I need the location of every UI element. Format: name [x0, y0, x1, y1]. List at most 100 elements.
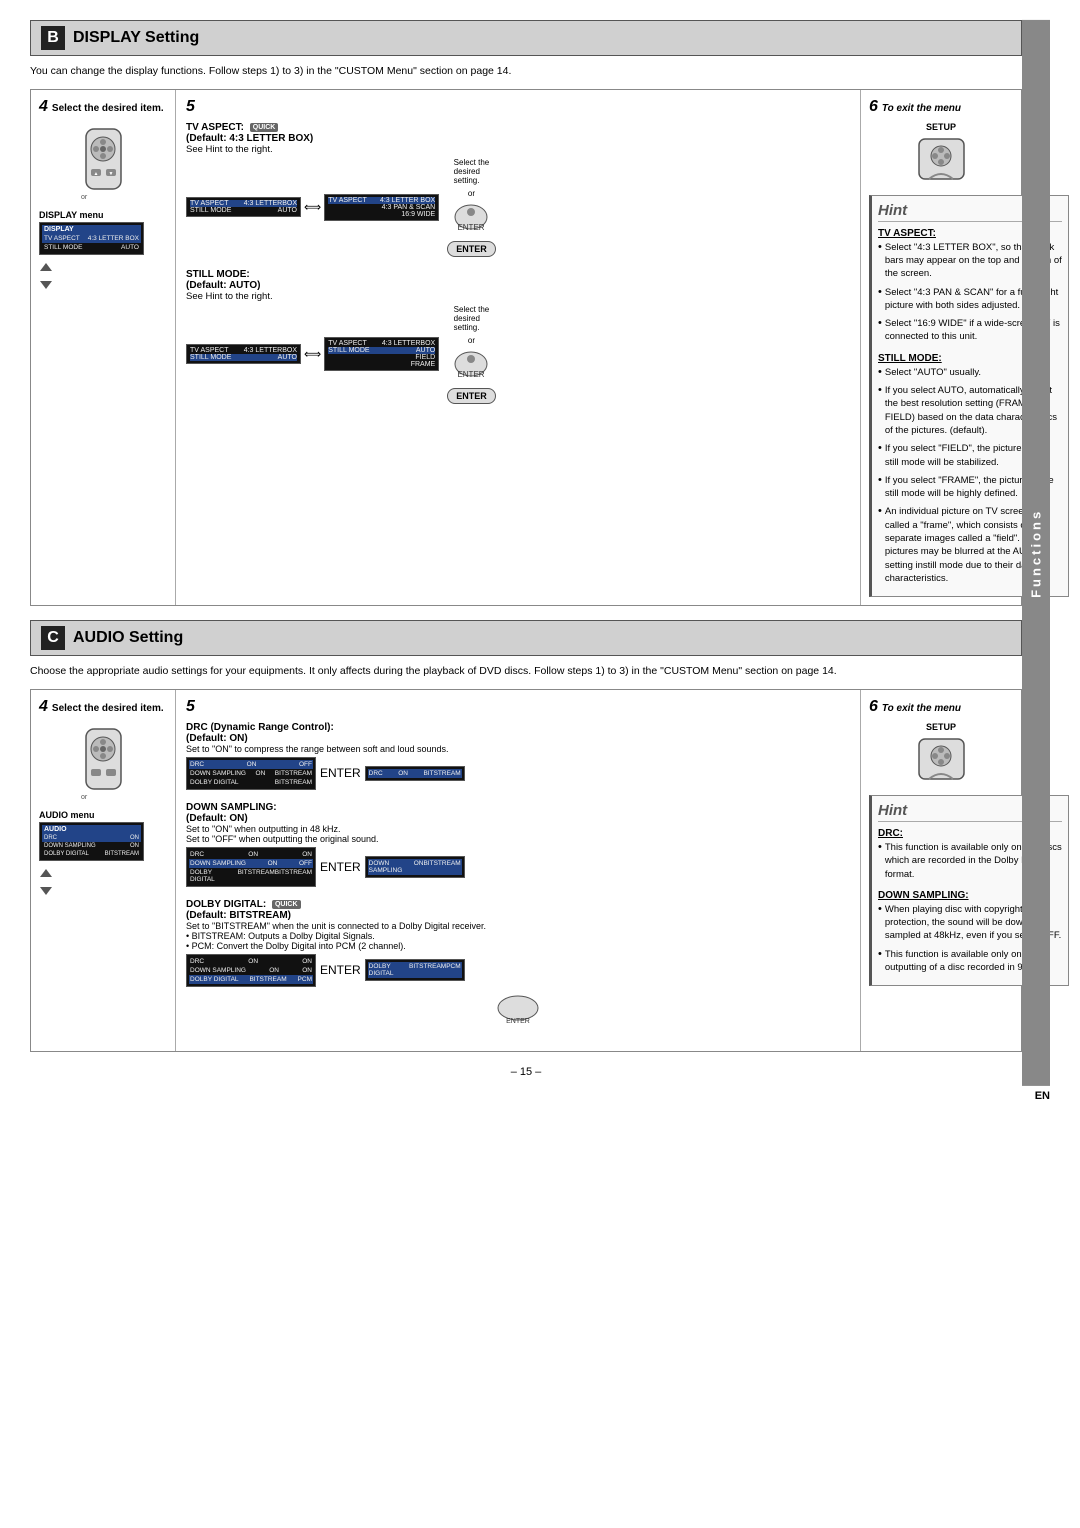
audio-diagram: 4 Select the desired item. or AUD	[30, 689, 1022, 1052]
down-sampling-screen-before: DRCONON DOWN SAMPLINGONOFF DOLBY DIGITAL…	[186, 847, 316, 887]
en-label: EN	[30, 1090, 1050, 1102]
tv-aspect-screen-after: TV ASPECT4:3 LETTER BOX 4:3 PAN & SCAN 1…	[324, 194, 439, 221]
display-menu-label: DISPLAY menu	[39, 210, 167, 220]
dolby-enter-btn-area: ENTER	[186, 993, 850, 1031]
display-setup-remote	[914, 134, 969, 189]
still-mode-screen-before: TV ASPECT4:3 LETTERBOX STILL MODEAUTO	[186, 344, 301, 364]
still-mode-note: See Hint to the right.	[186, 291, 850, 302]
audio-menu-label: AUDIO menu	[39, 810, 167, 820]
dolby-digital-title: DOLBY DIGITAL: QUICK	[186, 899, 850, 910]
dolby-digital-block: DOLBY DIGITAL: QUICK (Default: BITSTREAM…	[186, 899, 850, 1031]
tv-aspect-enter-btn: ENTER	[447, 241, 496, 257]
audio-setup-remote	[914, 734, 969, 789]
down-sampling-title: DOWN SAMPLING:	[186, 802, 850, 813]
dolby-digital-note2: • BITSTREAM: Outputs a Dolby Digital Sig…	[186, 931, 850, 941]
dolby-digital-note3: • PCM: Convert the Dolby Digital into PC…	[186, 941, 850, 951]
audio-remote-illus: or	[76, 724, 131, 804]
audio-step6-inner: SETUP	[869, 722, 1013, 789]
tv-aspect-enter-remote: ENTER	[451, 202, 491, 237]
svg-text:or: or	[81, 194, 88, 201]
tv-aspect-block: TV ASPECT: QUICK (Default: 4:3 LETTER BO…	[186, 122, 850, 257]
display-setup-label: SETUP	[926, 122, 956, 132]
dolby-screen-pair: DRCONON DOWN SAMPLINGONON DOLBY DIGITALB…	[186, 954, 850, 987]
display-step5: 5 TV ASPECT: QUICK (Default: 4:3 LETTER …	[176, 90, 861, 606]
svg-text:ENTER: ENTER	[458, 370, 485, 379]
drc-title: DRC (Dynamic Range Control):	[186, 722, 850, 733]
display-letter: B	[41, 26, 65, 50]
tv-aspect-title: TV ASPECT: QUICK	[186, 122, 850, 133]
down-sampling-note1: Set to "ON" when outputting in 48 kHz.	[186, 824, 850, 834]
audio-letter: C	[41, 626, 65, 650]
dolby-quick-badge: QUICK	[272, 900, 301, 909]
dolby-enter-remote: ENTER	[493, 993, 543, 1028]
display-section-header: B DISPLAY Setting	[30, 20, 1022, 56]
audio-step4: 4 Select the desired item. or AUD	[31, 690, 176, 1051]
drc-note: Set to "ON" to compress the range betwee…	[186, 744, 850, 754]
drc-screen-before: DRCONOFF DOWN SAMPLINGONBITSTREAM DOLBY …	[186, 757, 316, 790]
still-mode-enter-btn: ENTER	[447, 388, 496, 404]
display-step5-number: 5	[186, 98, 195, 116]
display-step4-number: 4	[39, 98, 48, 116]
audio-step6-number: 6	[869, 698, 878, 716]
drc-screen-pair: DRCONOFF DOWN SAMPLINGONBITSTREAM DOLBY …	[186, 757, 850, 790]
down-sampling-note2: Set to "OFF" when outputting the origina…	[186, 834, 850, 844]
tv-aspect-note: See Hint to the right.	[186, 144, 850, 155]
display-menu-screen: DISPLAY TV ASPECT4:3 LETTER BOX STILL MO…	[39, 222, 144, 255]
still-mode-default: (Default: AUTO)	[186, 280, 850, 291]
svg-text:▼: ▼	[108, 171, 113, 177]
down-sampling-screen-after: DOWN SAMPLINGONBITSTREAM	[365, 856, 465, 878]
display-step6-label: To exit the menu	[882, 103, 961, 114]
dolby-enter-label: ENTER	[320, 963, 361, 977]
audio-menu-screen: AUDIO DRCON DOWN SAMPLINGON DOLBY DIGITA…	[39, 822, 144, 861]
still-mode-title: STILL MODE:	[186, 269, 850, 280]
display-nav-arrows	[39, 261, 167, 291]
tv-aspect-quick-badge: QUICK	[250, 123, 279, 132]
drc-block: DRC (Dynamic Range Control): (Default: O…	[186, 722, 850, 790]
audio-menu-label-area: AUDIO menu AUDIO DRCON DOWN SAMPLINGON D…	[39, 810, 167, 861]
still-mode-enter-remote: ENTER	[451, 349, 491, 384]
drc-screen-after: DRCONBITSTREAM	[365, 766, 465, 781]
audio-intro: Choose the appropriate audio settings fo…	[30, 664, 1022, 679]
audio-title: AUDIO Setting	[73, 629, 183, 647]
display-step6-inner: SETUP	[869, 122, 1013, 189]
down-sampling-enter-label: ENTER	[320, 860, 361, 874]
functions-sidebar: Functions	[1022, 20, 1050, 1086]
down-sampling-default: (Default: ON)	[186, 813, 850, 824]
display-title: DISPLAY Setting	[73, 29, 199, 47]
svg-text:ENTER: ENTER	[506, 1018, 530, 1025]
dolby-digital-note1: Set to "BITSTREAM" when the unit is conn…	[186, 921, 850, 931]
tv-aspect-enter-area: Select thedesiredsetting. or ENTER ENTER	[447, 158, 496, 257]
tv-aspect-screen-pair: TV ASPECT4:3 LETTERBOX STILL MODEAUTO ⟺ …	[186, 158, 850, 257]
dolby-screen-after: DOLBY DIGITALBITSTREAMPCM	[365, 959, 465, 981]
audio-step5: 5 DRC (Dynamic Range Control): (Default:…	[176, 690, 861, 1051]
audio-section-header: C AUDIO Setting	[30, 620, 1022, 656]
down-sampling-screen-pair: DRCONON DOWN SAMPLINGONOFF DOLBY DIGITAL…	[186, 847, 850, 887]
still-mode-block: STILL MODE: (Default: AUTO) See Hint to …	[186, 269, 850, 404]
down-sampling-block: DOWN SAMPLING: (Default: ON) Set to "ON"…	[186, 802, 850, 887]
display-step6-number: 6	[869, 98, 878, 116]
tv-aspect-arrow: ⟺	[304, 200, 321, 214]
svg-text:ENTER: ENTER	[458, 223, 485, 232]
dolby-digital-default: (Default: BITSTREAM)	[186, 910, 850, 921]
dolby-screen-before: DRCONON DOWN SAMPLINGONON DOLBY DIGITALB…	[186, 954, 316, 987]
svg-text:or: or	[81, 794, 88, 801]
still-mode-enter-area: Select thedesiredsetting. or ENTER ENTER	[447, 305, 496, 404]
display-remote-illus: ▲ ▼ or	[76, 124, 131, 204]
audio-nav-arrows	[39, 867, 167, 897]
display-menu-label-area: DISPLAY menu DISPLAY TV ASPECT4:3 LETTER…	[39, 210, 167, 255]
drc-default: (Default: ON)	[186, 733, 850, 744]
drc-enter-label: ENTER	[320, 766, 361, 780]
still-mode-screen-pair: TV ASPECT4:3 LETTERBOX STILL MODEAUTO ⟺ …	[186, 305, 850, 404]
svg-text:▲: ▲	[93, 171, 98, 177]
tv-aspect-screen-before: TV ASPECT4:3 LETTERBOX STILL MODEAUTO	[186, 197, 301, 217]
page-number: – 15 –	[30, 1066, 1022, 1078]
audio-setup-label: SETUP	[926, 722, 956, 732]
display-step4: 4 Select the desired item. ▲ ▼	[31, 90, 176, 606]
audio-step4-label: Select the desired item.	[52, 703, 164, 714]
audio-step6-label: To exit the menu	[882, 703, 961, 714]
display-step4-label: Select the desired item.	[52, 103, 164, 114]
tv-aspect-default: (Default: 4:3 LETTER BOX)	[186, 133, 850, 144]
audio-step5-number: 5	[186, 698, 195, 716]
audio-step6-hint: 6 To exit the menu SETUP	[861, 690, 1021, 1051]
display-step6-hint: 6 To exit the menu SETUP	[861, 90, 1021, 606]
